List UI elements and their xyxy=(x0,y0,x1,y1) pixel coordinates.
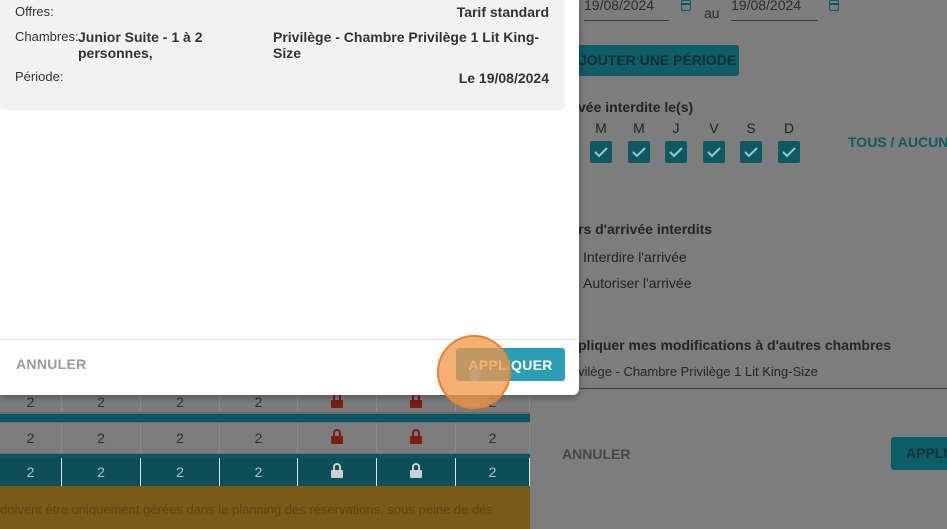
lock-icon xyxy=(331,392,343,408)
grid-cell: 2 xyxy=(220,458,298,486)
date-from-input[interactable]: 19/08/2024 xyxy=(584,0,669,21)
grid-row: 2 2 2 2 2 xyxy=(0,458,530,486)
warning-banner: doivent être uniquement gérées dans le p… xyxy=(0,486,530,529)
grid-cell: 2 xyxy=(62,458,141,486)
day-checkbox[interactable] xyxy=(778,141,800,163)
cancel-button[interactable]: ANNULER xyxy=(16,356,87,372)
day-checkbox[interactable] xyxy=(740,141,762,163)
check-icon xyxy=(594,147,608,158)
restriction-panel: 19/08/2024 au 19/08/2024 JOUTER UNE PÉRI… xyxy=(530,0,947,529)
forbidden-arrival-title: vée interdite le(s) xyxy=(578,99,694,115)
add-period-button[interactable]: JOUTER UNE PÉRIODE xyxy=(570,45,739,76)
radio-allow-arrival[interactable]: Autoriser l'arrivée xyxy=(583,275,692,291)
check-icon xyxy=(782,147,796,158)
check-icon xyxy=(632,147,646,158)
lock-icon xyxy=(410,462,422,478)
day-checkbox[interactable] xyxy=(628,141,650,163)
period-label: Période: xyxy=(15,69,64,84)
grid-cell-locked xyxy=(377,458,456,486)
grid-cell: 2 xyxy=(220,423,298,453)
grid-cell: 2 xyxy=(141,423,220,453)
date-to-input[interactable]: 19/08/2024 xyxy=(731,0,818,21)
check-icon xyxy=(707,147,721,158)
calendar-icon[interactable] xyxy=(829,0,839,11)
room-select[interactable]: vilège - Chambre Privilège 1 Lit King-Si… xyxy=(578,364,947,389)
period-value: Le 19/08/2024 xyxy=(458,70,549,86)
calendar-icon[interactable] xyxy=(681,0,691,11)
day-label: S xyxy=(746,120,756,136)
offers-label: Offres: xyxy=(15,4,54,19)
day-checkbox[interactable] xyxy=(590,141,612,163)
offers-value: Tarif standard xyxy=(456,4,549,20)
room-name: Junior Suite - 1 à 2 personnes, xyxy=(78,29,203,61)
lock-icon xyxy=(331,462,343,478)
lock-icon xyxy=(410,428,422,444)
date-separator: au xyxy=(704,5,720,21)
rooms-label: Chambres: xyxy=(15,29,79,44)
grid-cell-locked xyxy=(377,423,456,453)
apply-other-rooms-title: pliquer mes modifications à d'autres cha… xyxy=(578,337,891,353)
all-none-toggle[interactable]: TOUS / AUCUN xyxy=(848,134,947,150)
panel-apply-button[interactable]: APPLI xyxy=(891,437,947,470)
day-label: J xyxy=(672,120,680,136)
day-checkbox[interactable] xyxy=(703,141,725,163)
grid-cell: 2 xyxy=(0,423,62,453)
day-checkbox[interactable] xyxy=(665,141,687,163)
room-name: Privilège - Chambre Privilège 1 Lit King… xyxy=(273,29,540,61)
check-icon xyxy=(744,147,758,158)
lock-icon xyxy=(331,428,343,444)
panel-cancel-button[interactable]: ANNULER xyxy=(562,446,630,462)
grid-cell: 2 xyxy=(0,458,62,486)
grid-cell-locked xyxy=(298,458,377,486)
lock-icon xyxy=(410,392,422,408)
day-label: D xyxy=(783,120,795,136)
change-summary: Offres: Tarif standard Chambres: Junior … xyxy=(0,0,565,110)
forbidden-days-title: rs d'arrivée interdits xyxy=(578,221,713,237)
day-label: M xyxy=(633,120,645,136)
cursor-dot xyxy=(469,369,481,381)
confirmation-dialog: Offres: Tarif standard Chambres: Junior … xyxy=(0,0,579,395)
grid-cell: 2 xyxy=(141,458,220,486)
grid-row: 2 2 2 2 2 xyxy=(0,423,530,453)
grid-cell: 2 xyxy=(456,423,530,453)
day-label: V xyxy=(709,120,719,136)
row-divider xyxy=(0,414,530,422)
grid-cell: 2 xyxy=(456,458,530,486)
grid-cell: 2 xyxy=(62,423,141,453)
check-icon xyxy=(669,147,683,158)
day-label: M xyxy=(595,120,607,136)
grid-cell-locked xyxy=(298,423,377,453)
radio-forbid-arrival[interactable]: Interdire l'arrivée xyxy=(583,249,687,265)
